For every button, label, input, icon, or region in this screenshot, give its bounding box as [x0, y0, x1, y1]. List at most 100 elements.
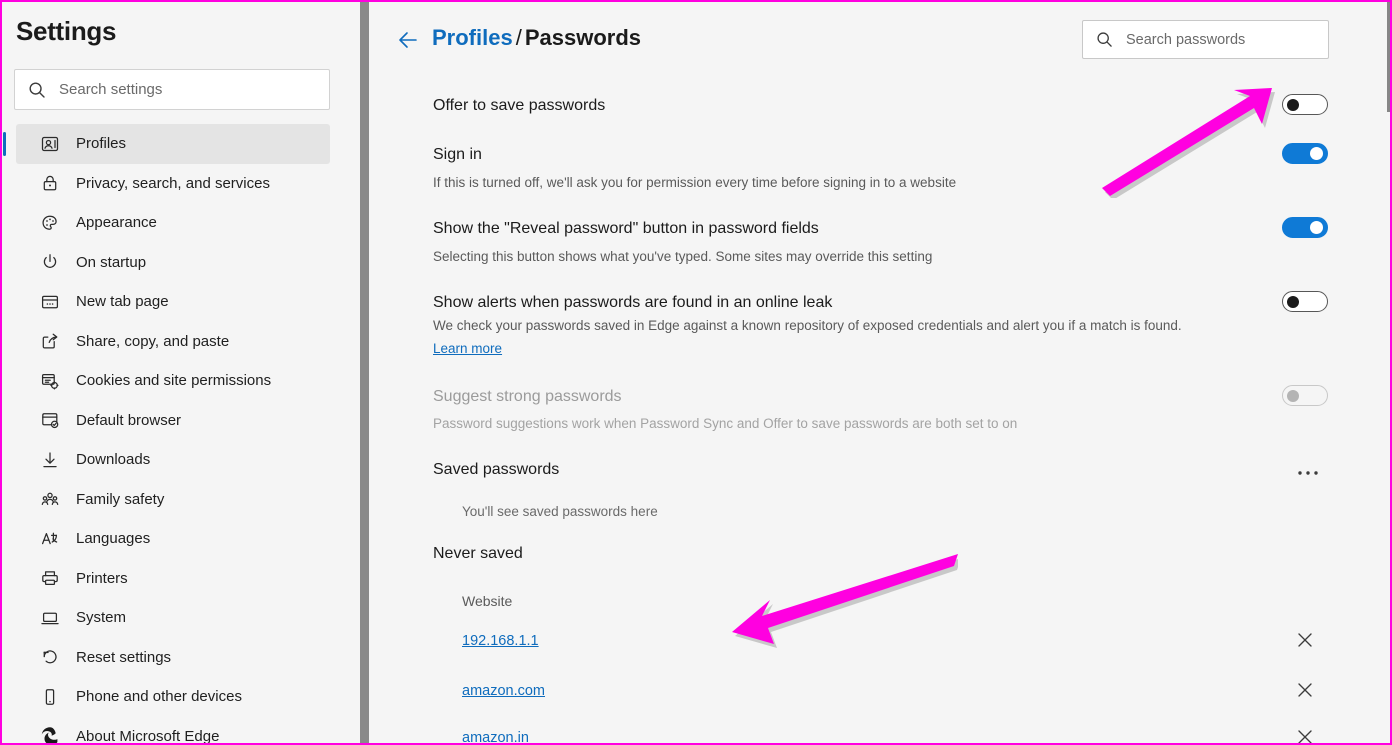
breadcrumb-parent-link[interactable]: Profiles	[432, 25, 513, 50]
back-button[interactable]	[394, 26, 422, 54]
sidebar-item-label: Reset settings	[76, 648, 172, 666]
sidebar-item-cookies-and-site-permissions[interactable]: Cookies and site permissions	[16, 361, 330, 401]
sidebar-item-on-startup[interactable]: On startup	[16, 243, 330, 283]
search-settings-input[interactable]: Search settings	[14, 69, 330, 110]
edge-logo-icon	[40, 726, 60, 743]
share-icon	[40, 331, 60, 351]
never-saved-website-link[interactable]: amazon.in	[462, 730, 529, 743]
sidebar-item-label: Privacy, search, and services	[76, 174, 270, 192]
search-settings-placeholder: Search settings	[59, 81, 163, 98]
sidebar-item-label: Phone and other devices	[76, 688, 242, 706]
setting-description: We check your passwords saved in Edge ag…	[433, 318, 1182, 333]
sidebar-item-languages[interactable]: Languages	[16, 519, 330, 559]
sidebar-item-new-tab-page[interactable]: New tab page	[16, 282, 330, 322]
breadcrumb: Profiles / Passwords	[432, 25, 641, 51]
sidebar-item-label: Default browser	[76, 411, 182, 429]
main-header: Profiles / Passwords Search passwords	[369, 2, 1390, 74]
setting-toggle[interactable]	[1282, 143, 1328, 164]
never-saved-website-link[interactable]: amazon.com	[462, 683, 545, 699]
setting-toggle[interactable]	[1282, 291, 1328, 312]
profile-card-icon	[40, 134, 60, 154]
sidebar-item-label: Profiles	[76, 135, 127, 153]
sidebar-item-label: Downloads	[76, 451, 151, 469]
remove-never-saved-button[interactable]	[1294, 726, 1320, 743]
never-saved-website-link[interactable]: 192.168.1.1	[462, 633, 539, 649]
search-passwords-input[interactable]: Search passwords	[1082, 20, 1329, 59]
palette-icon	[40, 213, 60, 233]
never-saved-heading: Never saved	[433, 545, 523, 562]
sidebar-item-label: Cookies and site permissions	[76, 372, 272, 390]
setting-toggle[interactable]	[1282, 217, 1328, 238]
page-title: Settings	[16, 16, 117, 46]
setting-title: Show the "Reveal password" button in pas…	[433, 220, 819, 237]
sidebar-item-share-copy-and-paste[interactable]: Share, copy, and paste	[16, 322, 330, 362]
sidebar-item-phone-and-other-devices[interactable]: Phone and other devices	[16, 677, 330, 717]
sidebar-item-label: Family safety	[76, 490, 165, 508]
setting-description: If this is turned off, we'll ask you for…	[433, 175, 957, 190]
saved-passwords-heading: Saved passwords	[433, 461, 560, 478]
new-tab-icon	[40, 292, 60, 312]
sidebar-item-privacy-search-and-services[interactable]: Privacy, search, and services	[16, 164, 330, 204]
setting-title: Offer to save passwords	[433, 97, 606, 114]
close-icon	[1298, 683, 1312, 697]
learn-more-link[interactable]: Learn more	[433, 341, 502, 356]
sidebar-item-label: System	[76, 609, 127, 627]
sidebar-item-label: Appearance	[76, 214, 157, 232]
phone-icon	[40, 687, 60, 707]
sidebar-item-label: On startup	[76, 253, 147, 271]
setting-toggle[interactable]	[1282, 94, 1328, 115]
setting-title: Sign in	[433, 146, 482, 163]
sidebar-item-label: Printers	[76, 569, 128, 587]
printer-icon	[40, 568, 60, 588]
sidebar-item-downloads[interactable]: Downloads	[16, 440, 330, 480]
sidebar-scrollbar[interactable]	[360, 2, 369, 743]
setting-description: Selecting this button shows what you've …	[433, 249, 933, 264]
sidebar-item-family-safety[interactable]: Family safety	[16, 480, 330, 520]
close-icon	[1298, 730, 1312, 743]
saved-passwords-more-options-button[interactable]	[1292, 457, 1324, 489]
search-icon	[28, 81, 46, 99]
toggle-knob	[1287, 295, 1299, 308]
search-passwords-placeholder: Search passwords	[1126, 31, 1246, 48]
sidebar-item-appearance[interactable]: Appearance	[16, 203, 330, 243]
sidebar-item-system[interactable]: System	[16, 598, 330, 638]
remove-never-saved-button[interactable]	[1294, 679, 1320, 705]
sidebar-item-default-browser[interactable]: Default browser	[16, 401, 330, 441]
cookies-permissions-icon	[40, 371, 60, 391]
toggle-knob	[1287, 98, 1299, 111]
sidebar-item-reset-settings[interactable]: Reset settings	[16, 638, 330, 678]
reset-icon	[40, 647, 60, 667]
search-icon	[1096, 31, 1113, 48]
toggle-knob	[1310, 147, 1324, 161]
setting-toggle	[1282, 385, 1328, 406]
sidebar-item-label: Languages	[76, 530, 151, 548]
family-icon	[40, 489, 60, 509]
close-icon	[1298, 633, 1312, 647]
download-icon	[40, 450, 60, 470]
sidebar-item-label: New tab page	[76, 293, 169, 311]
setting-description: Password suggestions work when Password …	[433, 416, 1018, 431]
laptop-icon	[40, 608, 60, 628]
sidebar-nav-list: Profiles Privacy, search, and services App…	[2, 124, 348, 743]
toggle-knob	[1310, 221, 1324, 235]
breadcrumb-separator: /	[515, 25, 522, 50]
lock-icon	[40, 173, 60, 193]
breadcrumb-current: Passwords	[524, 25, 641, 50]
sidebar-item-profiles[interactable]: Profiles	[3, 124, 330, 164]
remove-never-saved-button[interactable]	[1294, 629, 1320, 655]
settings-sidebar: Settings Search settings Profiles Privacy…	[2, 2, 360, 743]
sidebar-item-printers[interactable]: Printers	[16, 559, 330, 599]
toggle-knob	[1287, 389, 1299, 402]
settings-main-panel: Profiles / Passwords Search passwords Offe…	[369, 2, 1390, 743]
languages-icon	[40, 529, 60, 549]
sidebar-item-label: About Microsoft Edge	[76, 727, 220, 743]
never-saved-column-header-website: Website	[462, 593, 513, 609]
sidebar-item-about-microsoft-edge[interactable]: About Microsoft Edge	[16, 717, 330, 743]
back-arrow-icon	[399, 32, 417, 48]
saved-passwords-empty-text: You'll see saved passwords here	[462, 504, 658, 519]
main-scrollbar[interactable]	[1387, 2, 1390, 112]
default-browser-icon	[40, 410, 60, 430]
setting-title: Suggest strong passwords	[433, 388, 622, 405]
power-icon	[40, 252, 60, 272]
edge-settings-window: Settings Search settings Profiles Privacy…	[0, 0, 1392, 745]
